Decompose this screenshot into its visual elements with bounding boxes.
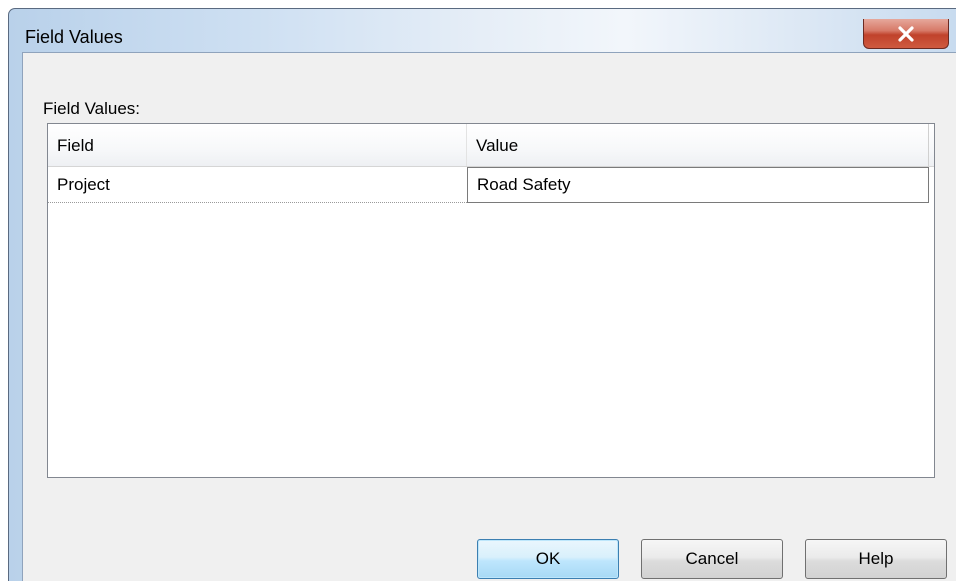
dialog-window: Field Values Field Values: Field Value P… xyxy=(8,8,956,581)
close-button[interactable] xyxy=(863,19,949,49)
value-input[interactable] xyxy=(467,167,929,203)
title-bar[interactable]: Field Values xyxy=(9,9,956,49)
field-cell[interactable]: Project xyxy=(48,167,467,203)
dialog-client-area: Field Values: Field Value Project OK Can… xyxy=(22,52,956,581)
table-row[interactable]: Project xyxy=(48,167,934,203)
column-header-field[interactable]: Field xyxy=(48,124,467,166)
field-values-grid[interactable]: Field Value Project xyxy=(47,123,935,478)
grid-header: Field Value xyxy=(48,124,934,167)
cancel-button[interactable]: Cancel xyxy=(641,539,783,579)
window-title: Field Values xyxy=(25,27,123,47)
field-values-label: Field Values: xyxy=(43,99,141,118)
column-header-value[interactable]: Value xyxy=(467,124,929,166)
help-button[interactable]: Help xyxy=(805,539,947,579)
close-icon xyxy=(898,25,914,42)
ok-button[interactable]: OK xyxy=(477,539,619,579)
